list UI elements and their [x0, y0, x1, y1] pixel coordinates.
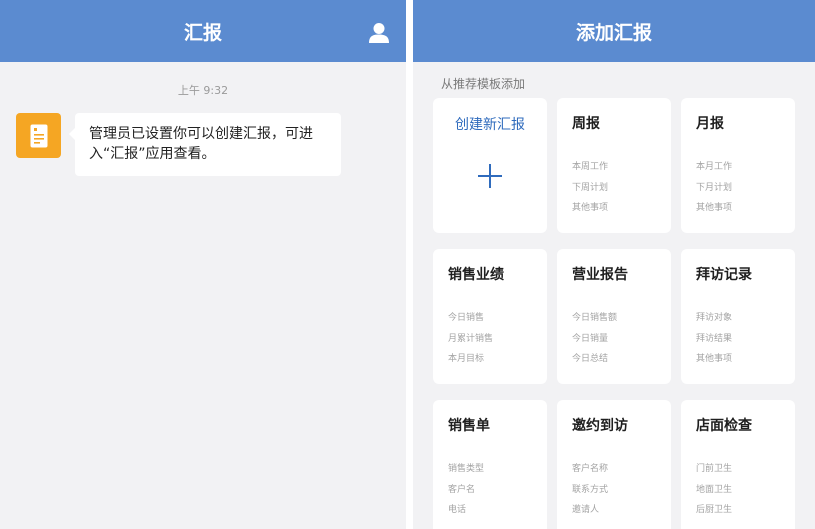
card-item: 后厨卫生: [696, 505, 733, 515]
user-icon[interactable]: [368, 22, 390, 44]
template-card-weekly[interactable]: 周报 本周工作 下周计划 其他事项: [557, 98, 671, 233]
chat-header: 汇报: [0, 0, 406, 62]
card-item: 其他事项: [572, 203, 609, 213]
create-report-label: 创建新汇报: [455, 117, 525, 133]
add-report-header: 添加汇报: [413, 0, 815, 62]
message-bubble[interactable]: 管理员已设置你可以创建汇报，可进入“汇报”应用查看。: [69, 113, 341, 176]
card-item: 邀请人: [572, 505, 600, 515]
card-item: 拜访结果: [696, 333, 733, 344]
card-title: 店面检查: [696, 418, 752, 434]
card-item: 联系方式: [572, 484, 609, 495]
card-item: 下月计划: [696, 182, 733, 193]
card-item: 本月目标: [448, 354, 485, 364]
template-card-sales-order[interactable]: 销售单 销售类型 客户名 电话: [433, 400, 547, 529]
card-title: 销售业绩: [448, 267, 504, 283]
message-timestamp: 上午 9:32: [177, 84, 229, 97]
template-card-sales-performance[interactable]: 销售业绩 今日销售 月累计销售 本月目标: [433, 249, 547, 384]
card-item: 地面卫生: [696, 484, 733, 495]
card-item: 销售类型: [448, 464, 485, 474]
report-document-icon: [30, 124, 47, 147]
template-card-business-report[interactable]: 营业报告 今日销售额 今日销量 今日总结: [557, 249, 671, 384]
card-title: 月报: [696, 116, 724, 132]
card-item: 本月工作: [696, 162, 733, 172]
card-item: 今日销量: [572, 333, 609, 344]
card-item: 本周工作: [572, 162, 609, 172]
card-item: 其他事项: [696, 203, 733, 213]
card-item: 客户名: [448, 484, 476, 495]
plus-icon: [478, 164, 502, 188]
card-item: 今日销售: [448, 313, 485, 323]
report-app-avatar[interactable]: [16, 113, 61, 158]
chat-panel: 汇报 上午 9:32 管理员已设置你可以创建汇报，可进入“汇报”应用查看。: [0, 0, 406, 529]
card-title: 周报: [572, 116, 600, 132]
panel-divider: [406, 0, 413, 529]
add-report-panel: 添加汇报 从推荐模板添加 创建新汇报 周报 本周工作 下周计划 其他事项 月报 …: [413, 0, 815, 529]
card-item: 今日销售额: [572, 313, 618, 323]
card-item: 其他事项: [696, 354, 733, 364]
create-report-card[interactable]: 创建新汇报: [433, 98, 547, 233]
template-card-invitation-visit[interactable]: 邀约到访 客户名称 联系方式 邀请人: [557, 400, 671, 529]
card-item: 电话: [448, 505, 467, 515]
card-item: 拜访对象: [696, 313, 733, 323]
card-item: 门前卫生: [696, 464, 733, 474]
template-card-monthly[interactable]: 月报 本月工作 下月计划 其他事项: [681, 98, 795, 233]
card-title: 销售单: [448, 418, 490, 434]
card-title: 拜访记录: [696, 267, 752, 283]
template-section-label: 从推荐模板添加: [441, 77, 526, 91]
card-item: 月累计销售: [448, 333, 494, 344]
card-item: 客户名称: [572, 464, 609, 474]
card-title: 邀约到访: [572, 418, 628, 434]
add-report-title: 添加汇报: [575, 21, 652, 44]
card-item: 下周计划: [572, 182, 609, 193]
card-title: 营业报告: [572, 267, 628, 283]
card-item: 今日总结: [572, 354, 609, 364]
message-row: 管理员已设置你可以创建汇报，可进入“汇报”应用查看。: [16, 113, 341, 176]
chat-title: 汇报: [183, 21, 222, 44]
template-card-visit-record[interactable]: 拜访记录 拜访对象 拜访结果 其他事项: [681, 249, 795, 384]
template-card-store-inspection[interactable]: 店面检查 门前卫生 地面卫生 后厨卫生: [681, 400, 795, 529]
